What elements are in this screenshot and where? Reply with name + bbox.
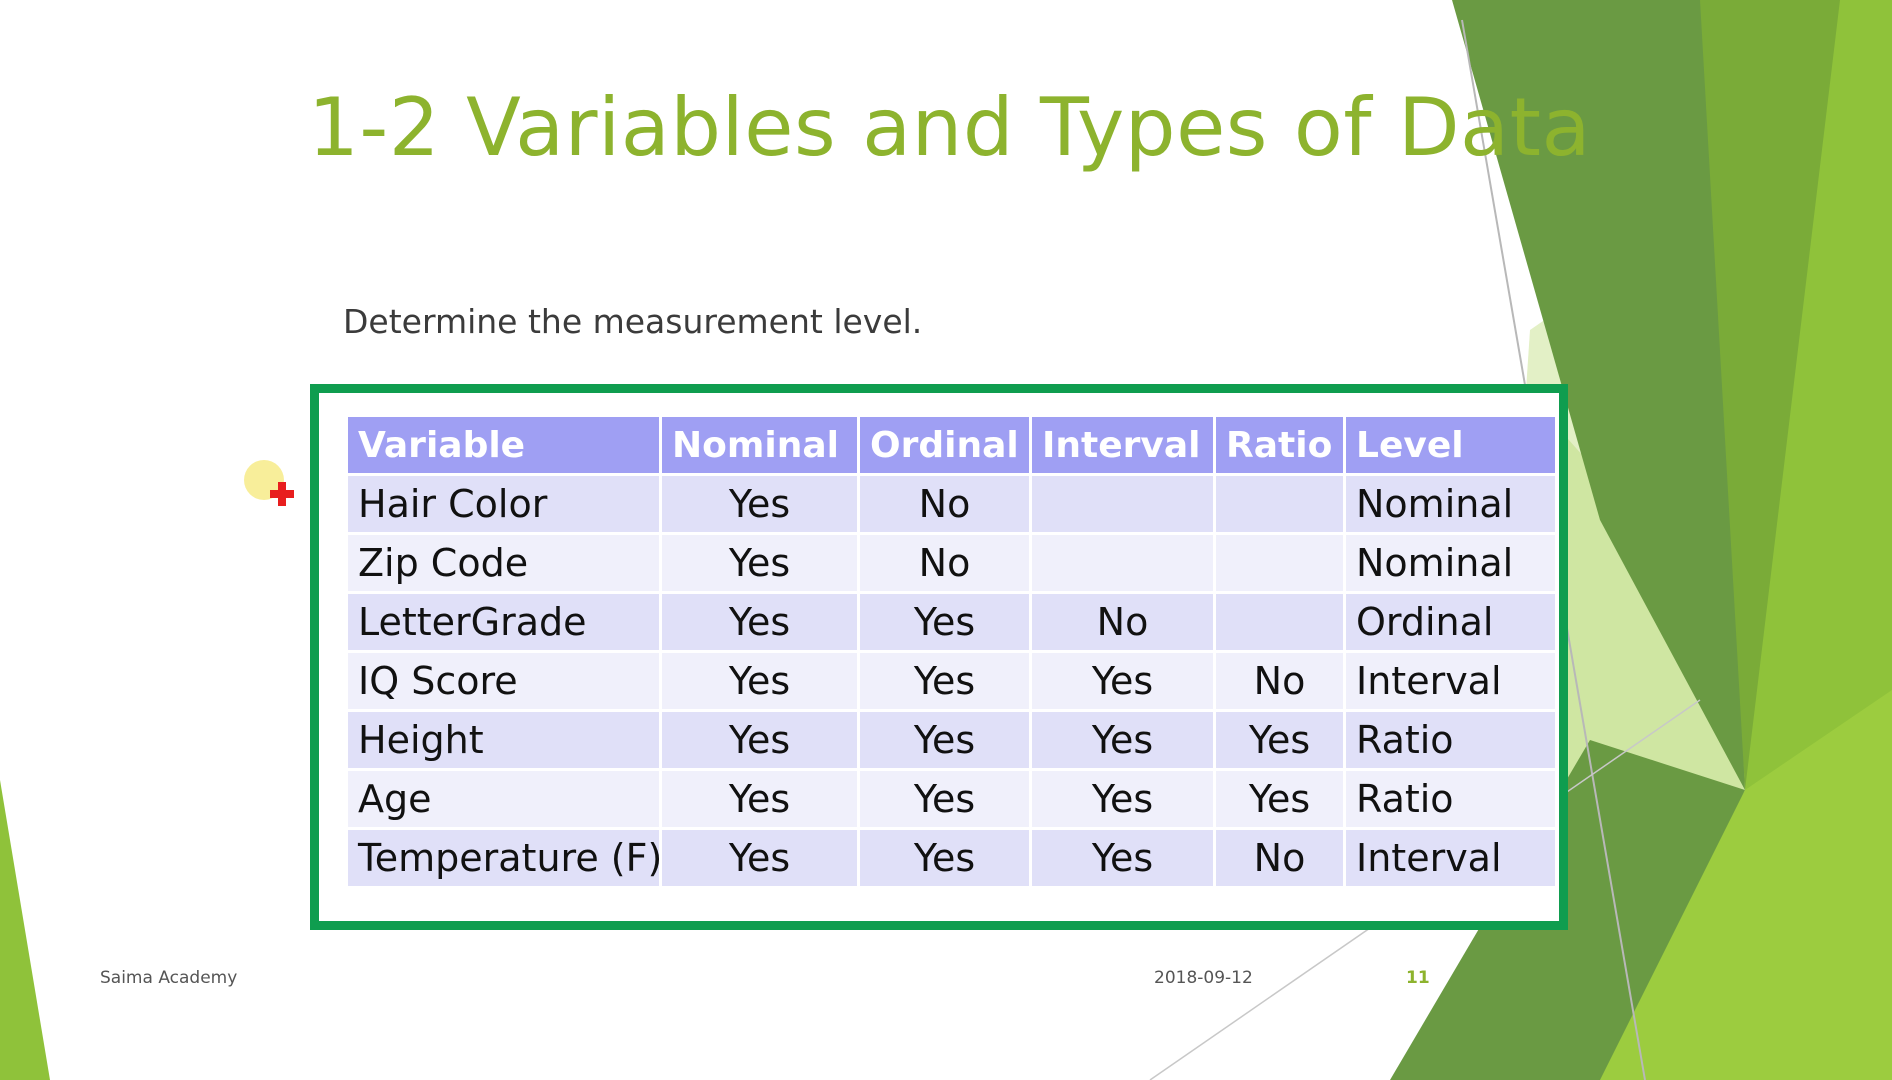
table-row: Temperature (F) Yes Yes Yes No Interval [345,827,1558,889]
cell-ordinal: Yes [857,827,1032,889]
cell-variable: Age [345,768,662,830]
cell-interval: No [1029,591,1216,653]
cell-level: Ratio [1343,709,1558,771]
cell-variable: LetterGrade [345,591,662,653]
cell-interval [1029,473,1216,535]
cell-ordinal: No [857,473,1032,535]
measurement-table: Variable Nominal Ordinal Interval Ratio … [345,414,1558,889]
table-row: Height Yes Yes Yes Yes Ratio [345,709,1558,771]
cell-ordinal: Yes [857,650,1032,712]
cell-ratio [1213,473,1346,535]
cell-interval [1029,532,1216,594]
table-row: Zip Code Yes No Nominal [345,532,1558,594]
footer-date: 2018-09-12 [1154,968,1253,988]
cell-level: Interval [1343,650,1558,712]
cell-ratio [1213,591,1346,653]
cell-level: Ratio [1343,768,1558,830]
cell-interval: Yes [1029,827,1216,889]
table-header-row: Variable Nominal Ordinal Interval Ratio … [345,414,1558,476]
cell-ordinal: Yes [857,709,1032,771]
table-row: IQ Score Yes Yes Yes No Interval [345,650,1558,712]
cell-nominal: Yes [659,768,860,830]
table-frame: Variable Nominal Ordinal Interval Ratio … [310,384,1568,930]
cell-ordinal: Yes [857,591,1032,653]
slide-subtitle: Determine the measurement level. [343,302,923,341]
cell-ratio [1213,532,1346,594]
header-ordinal: Ordinal [857,414,1032,476]
cell-ordinal: No [857,532,1032,594]
slide-title: 1-2 Variables and Types of Data [308,81,1591,174]
header-level: Level [1343,414,1558,476]
table-row: Hair Color Yes No Nominal [345,473,1558,535]
cell-nominal: Yes [659,827,860,889]
table-row: LetterGrade Yes Yes No Ordinal [345,591,1558,653]
slide: 1-2 Variables and Types of Data Determin… [0,0,1892,1080]
cell-level: Interval [1343,827,1558,889]
cell-variable: Temperature (F) [345,827,662,889]
header-interval: Interval [1029,414,1216,476]
footer-author: Saima Academy [100,968,238,988]
cell-variable: Zip Code [345,532,662,594]
cell-nominal: Yes [659,709,860,771]
cell-ratio: Yes [1213,709,1346,771]
cell-ratio: No [1213,650,1346,712]
cell-interval: Yes [1029,709,1216,771]
header-variable: Variable [345,414,662,476]
cell-nominal: Yes [659,473,860,535]
header-nominal: Nominal [659,414,860,476]
table-row: Age Yes Yes Yes Yes Ratio [345,768,1558,830]
cell-variable: IQ Score [345,650,662,712]
footer-page-number: 11 [1406,968,1430,988]
cell-nominal: Yes [659,650,860,712]
cell-nominal: Yes [659,591,860,653]
decor-left-sliver [0,780,50,1080]
cell-variable: Hair Color [345,473,662,535]
cell-level: Nominal [1343,532,1558,594]
cell-level: Ordinal [1343,591,1558,653]
cell-interval: Yes [1029,650,1216,712]
red-plus-cursor-icon [270,482,294,506]
cell-interval: Yes [1029,768,1216,830]
cell-ratio: No [1213,827,1346,889]
cell-level: Nominal [1343,473,1558,535]
cell-ratio: Yes [1213,768,1346,830]
cell-variable: Height [345,709,662,771]
cell-nominal: Yes [659,532,860,594]
header-ratio: Ratio [1213,414,1346,476]
cell-ordinal: Yes [857,768,1032,830]
